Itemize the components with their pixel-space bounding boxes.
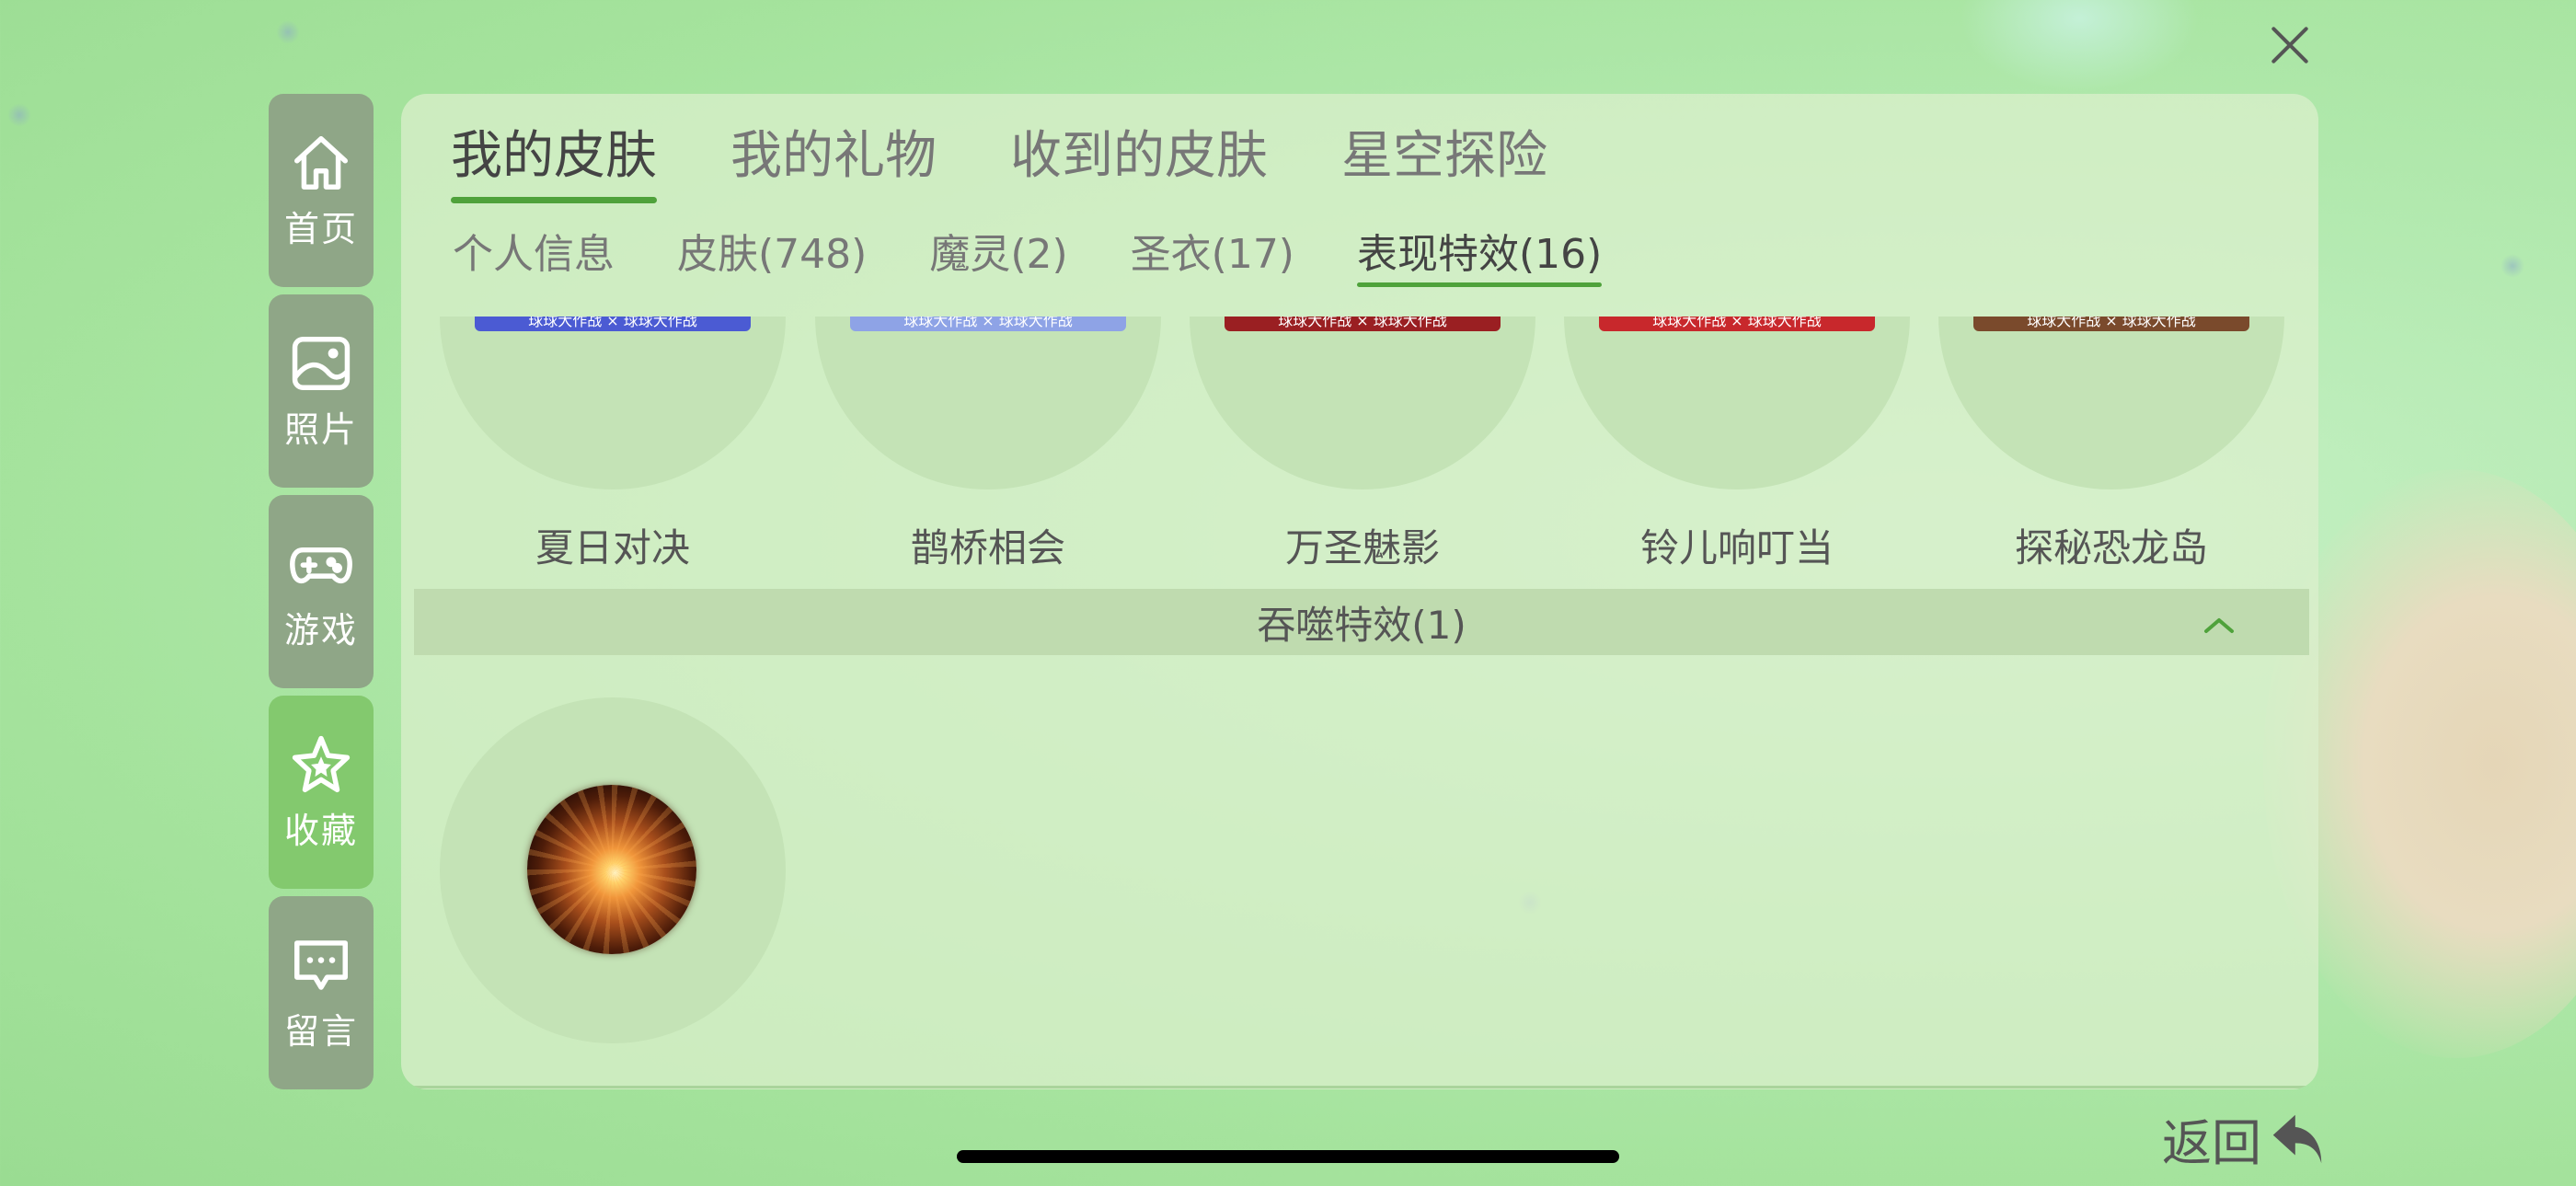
sidebar-item-games[interactable]: 游戏 [269,495,374,688]
sidebar-item-favorites[interactable]: 收藏 [269,696,374,889]
sidebar-item-label: 收藏 [283,810,358,851]
effect-name: 万圣魅影 [1284,525,1440,570]
section-title: 吞噬特效(1) [1257,602,1466,648]
effect-banner: 球球大作战 × 球球大作战 [1225,317,1501,331]
sidebar: 首页 照片 游戏 收藏 留言 [269,94,374,1097]
effect-thumbnail: 球球大作战 × 球球大作战 [1564,317,1910,489]
effect-name: 铃儿响叮当 [1639,525,1834,570]
effect-thumbnail: 球球大作战 × 球球大作战 [1938,317,2284,489]
tab-star-adventure[interactable]: 星空探险 [1341,114,1547,203]
effect-name: 夏日对决 [535,525,690,570]
effect-banner: 球球大作战 × 球球大作战 [1973,317,2249,331]
subtab-profile[interactable]: 个人信息 [453,221,615,287]
photo-icon [292,336,351,390]
sidebar-item-label: 首页 [283,208,358,249]
effect-thumbnail: 球球大作战 × 球球大作战 [815,317,1161,489]
effect-banner: 球球大作战 × 球球大作战 [1599,317,1875,331]
effect-banner: 球球大作战 × 球球大作战 [475,317,751,331]
sidebar-item-home[interactable]: 首页 [269,94,374,287]
sidebar-item-label: 游戏 [283,609,358,651]
home-icon [294,135,348,190]
main-panel: 我的皮肤 我的礼物 收到的皮肤 星空探险 个人信息 皮肤(748) 魔灵(2) … [401,94,2318,1089]
sidebar-item-label: 照片 [283,409,358,450]
tab-received-skins[interactable]: 收到的皮肤 [1010,114,1268,203]
tab-my-skins[interactable]: 我的皮肤 [451,114,657,203]
sidebar-item-messages[interactable]: 留言 [269,896,374,1089]
chevron-up-icon [2204,618,2234,633]
back-label: 返回 [2162,1114,2261,1172]
sidebar-item-label: 留言 [283,1010,358,1052]
main-tabs: 我的皮肤 我的礼物 收到的皮肤 星空探险 [451,114,1621,203]
effects-scroll-area[interactable]: 球球大作战 × 球球大作战 夏日对决 球球大作战 × 球球大作战 鹊桥相会 球球… [401,317,2318,1089]
subtab-effects[interactable]: 表现特效(16) [1356,221,1603,287]
effect-thumbnail: 球球大作战 × 球球大作战 [440,317,786,489]
back-arrow-icon [2272,1114,2322,1163]
devour-effects-section-header[interactable]: 吞噬特效(1) [414,589,2309,655]
effect-thumbnail: 球球大作战 × 球球大作战 [1190,317,1535,489]
devour-effect-item[interactable] [440,697,786,1043]
close-button[interactable] [2261,17,2318,74]
background-speck [7,103,31,127]
home-indicator[interactable] [957,1150,1619,1163]
tab-my-gifts[interactable]: 我的礼物 [730,114,937,203]
background-speck [276,20,300,44]
background-mint-glow [1960,0,2199,92]
back-button[interactable]: 返回 [2162,1102,2329,1175]
subtab-skins[interactable]: 皮肤(748) [677,221,867,287]
divider [412,1086,2307,1088]
background-speck [2501,254,2524,278]
effect-name: 鹊桥相会 [910,525,1065,570]
sidebar-item-photos[interactable]: 照片 [269,294,374,488]
subtab-spirits[interactable]: 魔灵(2) [929,221,1067,287]
sub-tabs: 个人信息 皮肤(748) 魔灵(2) 圣衣(17) 表现特效(16) [453,221,1664,287]
star-icon [292,735,351,792]
subtab-armor[interactable]: 圣衣(17) [1131,221,1294,287]
effect-banner: 球球大作战 × 球球大作战 [850,317,1126,331]
effect-name: 探秘恐龙岛 [2014,525,2208,570]
fire-orb-image [527,785,696,954]
message-icon [294,939,348,990]
gamepad-icon [290,547,352,583]
